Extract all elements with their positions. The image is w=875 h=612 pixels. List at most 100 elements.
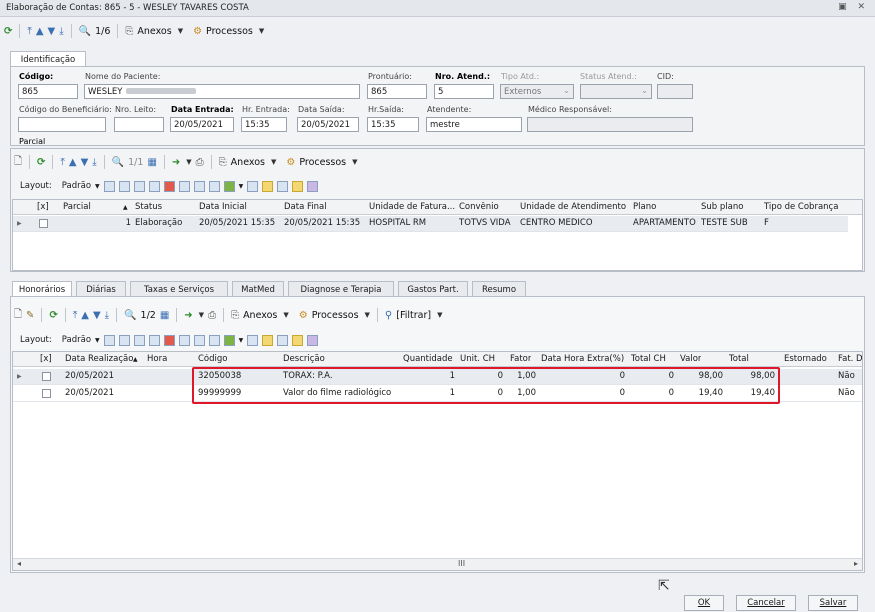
filtrar-button[interactable]: [Filtrar] (396, 310, 431, 321)
col-header[interactable]: Unidade de Atendimento (520, 202, 626, 212)
binoculars-icon[interactable]: 🔍 (79, 26, 91, 37)
tab-gastos-part[interactable]: Gastos Part. (398, 281, 468, 297)
tipo-atd-select[interactable]: Externos ⌄ (500, 84, 574, 99)
parcial-anexos-button[interactable]: Anexos (231, 157, 265, 168)
col-header[interactable]: Data Inicial (199, 202, 247, 212)
nome-field[interactable]: WESLEY (84, 84, 360, 99)
layout-view5-icon[interactable] (307, 180, 319, 192)
edit-document-icon[interactable]: ✎ (26, 310, 34, 321)
layout-reset-icon[interactable] (163, 334, 175, 346)
tab-identificacao[interactable]: Identificação (10, 51, 86, 67)
layout-filter-icon[interactable] (178, 334, 190, 346)
layout-export-icon[interactable] (148, 180, 160, 192)
layout-edit-icon[interactable] (208, 334, 220, 346)
scroll-right-icon[interactable]: ▸ (854, 559, 858, 568)
honorarios-anexos-button[interactable]: Anexos (243, 310, 277, 321)
layout-padrao-button[interactable]: Padrão (62, 335, 91, 345)
first-record-icon[interactable]: ⤒ (27, 26, 31, 37)
tab-diarias[interactable]: Diárias (76, 281, 126, 297)
layout-delete-icon[interactable] (118, 180, 130, 192)
new-document-icon[interactable]: 🗋 (14, 154, 22, 171)
tab-taxas-servicos[interactable]: Taxas e Serviços (130, 281, 228, 297)
prev-record-icon[interactable]: ▲ (69, 157, 77, 168)
save-button[interactable]: Salvar (808, 595, 858, 611)
layout-view3-icon[interactable] (277, 180, 289, 192)
scroll-left-icon[interactable]: ◂ (17, 559, 21, 568)
nro-atend-field[interactable]: 5 (434, 84, 494, 99)
processos-dropdown-icon[interactable]: ▼ (365, 311, 370, 319)
col-header[interactable]: Convênio (459, 202, 499, 212)
prev-record-icon[interactable]: ▲ (36, 26, 44, 37)
col-header[interactable]: Descrição (283, 354, 325, 364)
col-header[interactable]: Quantidade (403, 354, 453, 364)
horizontal-scrollbar[interactable]: ◂ III ▸ (13, 558, 862, 570)
layout-sum-icon[interactable] (193, 180, 205, 192)
tab-honorarios[interactable]: Honorários (12, 281, 72, 297)
col-header[interactable]: Plano (633, 202, 656, 212)
refresh-icon[interactable]: ⟳ (4, 26, 12, 37)
first-record-icon[interactable]: ⤒ (73, 310, 77, 321)
layout-save-icon[interactable] (103, 334, 115, 346)
col-header[interactable]: Estornado (784, 354, 827, 364)
forward-dropdown-icon[interactable]: ▼ (186, 158, 191, 166)
cod-beneficiario-field[interactable] (18, 117, 106, 132)
tab-matmed[interactable]: MatMed (232, 281, 284, 297)
refresh-icon[interactable]: ⟳ (49, 310, 57, 321)
layout-delete-icon[interactable] (118, 334, 130, 346)
layout-view1-icon[interactable] (247, 334, 259, 346)
col-header[interactable]: Data Final (284, 202, 327, 212)
row-checkbox[interactable] (42, 389, 51, 401)
parcial-processos-button[interactable]: Processos (299, 157, 346, 168)
layout-view4-icon[interactable] (292, 334, 304, 346)
next-record-icon[interactable]: ▼ (81, 157, 89, 168)
layout-view3-icon[interactable] (277, 334, 289, 346)
processos-dropdown-icon[interactable]: ▼ (352, 158, 357, 166)
layout-view5-icon[interactable] (307, 334, 319, 346)
col-header[interactable]: Unidade de Fatura... (369, 202, 455, 212)
prev-record-icon[interactable]: ▲ (81, 310, 89, 321)
first-record-icon[interactable]: ⤒ (60, 157, 64, 168)
col-header[interactable]: Total CH (631, 354, 666, 364)
next-record-icon[interactable]: ▼ (93, 310, 101, 321)
last-record-icon[interactable]: ⤓ (59, 26, 63, 37)
col-header[interactable]: Sub plano (701, 202, 743, 212)
col-header[interactable]: Unit. CH (460, 354, 495, 364)
next-record-icon[interactable]: ▼ (48, 26, 56, 37)
codigo-field[interactable]: 865 (18, 84, 78, 99)
data-saida-field[interactable]: 20/05/2021 (297, 117, 359, 132)
chart-icon[interactable] (223, 334, 235, 346)
grid-view-icon[interactable]: ▦ (147, 157, 156, 168)
row-checkbox[interactable] (42, 372, 51, 384)
col-header[interactable]: Status (135, 202, 162, 212)
layout-sum-icon[interactable] (193, 334, 205, 346)
chevron-down-icon[interactable]: ▼ (239, 337, 244, 344)
tab-diagnose-terapia[interactable]: Diagnose e Terapia (288, 281, 394, 297)
honorarios-processos-button[interactable]: Processos (312, 310, 359, 321)
layout-view2-icon[interactable] (262, 334, 274, 346)
medico-field[interactable] (527, 117, 693, 132)
table-row[interactable]: ▶ 1 Elaboração 20/05/2021 15:35 20/05/20… (13, 216, 848, 232)
processos-dropdown-icon[interactable]: ▼ (259, 27, 264, 35)
status-atend-select[interactable]: ⌄ (580, 84, 652, 99)
print-icon[interactable]: ⎙ (196, 157, 204, 168)
chart-icon[interactable] (223, 180, 235, 192)
data-entrada-field[interactable]: 20/05/2021 (170, 117, 234, 132)
col-header[interactable]: Total (729, 354, 749, 364)
cancel-button[interactable]: Cancelar (736, 595, 796, 611)
last-record-icon[interactable]: ⤓ (105, 310, 109, 321)
layout-padrao-button[interactable]: Padrão (62, 181, 91, 191)
processos-button[interactable]: Processos (206, 26, 253, 37)
forward-arrow-icon[interactable]: ➜ (172, 157, 180, 168)
row-checkbox[interactable] (39, 219, 48, 231)
col-header[interactable]: Tipo de Cobrança (764, 202, 838, 212)
filtrar-dropdown-icon[interactable]: ▼ (437, 311, 442, 319)
anexos-dropdown-icon[interactable]: ▼ (271, 158, 276, 166)
layout-view1-icon[interactable] (247, 180, 259, 192)
forward-arrow-icon[interactable]: ➜ (184, 310, 192, 321)
prontuario-field[interactable]: 865 (367, 84, 427, 99)
layout-filter-icon[interactable] (178, 180, 190, 192)
hr-entrada-field[interactable]: 15:35 (241, 117, 287, 132)
layout-edit-icon[interactable] (208, 180, 220, 192)
binoculars-icon[interactable]: 🔍 (124, 310, 136, 321)
layout-save-icon[interactable] (103, 180, 115, 192)
